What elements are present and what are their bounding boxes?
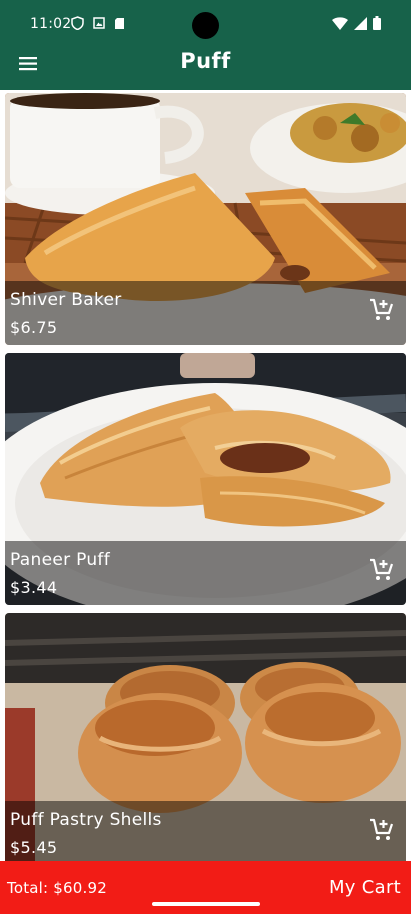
product-price: $5.45 xyxy=(10,838,58,857)
product-card[interactable]: Puff Pastry Shells $5.45 xyxy=(5,613,406,865)
add-to-cart-icon xyxy=(370,818,394,840)
home-indicator[interactable] xyxy=(152,902,260,906)
status-time: 11:02 xyxy=(30,16,72,32)
add-to-cart-button[interactable] xyxy=(368,297,394,323)
cell-signal-icon xyxy=(354,16,367,30)
product-card[interactable]: Paneer Puff $3.44 xyxy=(5,353,406,605)
status-bar: 11:02 xyxy=(0,0,411,52)
add-to-cart-button[interactable] xyxy=(368,557,394,583)
product-price: $6.75 xyxy=(10,318,58,337)
product-info-overlay: Puff Pastry Shells $5.45 xyxy=(5,801,406,865)
page-title: Puff xyxy=(180,49,231,73)
camera-cutout xyxy=(192,12,219,39)
wifi-icon xyxy=(332,16,348,30)
product-price: $3.44 xyxy=(10,578,58,597)
battery-icon xyxy=(373,16,381,30)
my-cart-button[interactable]: My Cart xyxy=(329,877,401,898)
sd-card-icon xyxy=(115,17,124,29)
status-system-icons xyxy=(332,16,381,30)
product-info-overlay: Shiver Baker $6.75 xyxy=(5,281,406,345)
add-to-cart-icon xyxy=(370,558,394,580)
image-notification-icon xyxy=(93,17,105,29)
product-info-overlay: Paneer Puff $3.44 xyxy=(5,541,406,605)
status-notification-icons xyxy=(71,16,125,30)
add-to-cart-button[interactable] xyxy=(368,817,394,843)
cart-summary-bar: Total: $60.92 My Cart xyxy=(0,861,411,914)
product-card[interactable]: Shiver Baker $6.75 xyxy=(5,93,406,345)
product-name: Puff Pastry Shells xyxy=(10,810,162,830)
cart-total: Total: $60.92 xyxy=(7,879,107,897)
add-to-cart-icon xyxy=(370,298,394,320)
product-name: Shiver Baker xyxy=(10,290,122,310)
product-name: Paneer Puff xyxy=(10,550,110,570)
shield-icon xyxy=(71,16,84,30)
app-bar: Puff xyxy=(0,49,411,90)
